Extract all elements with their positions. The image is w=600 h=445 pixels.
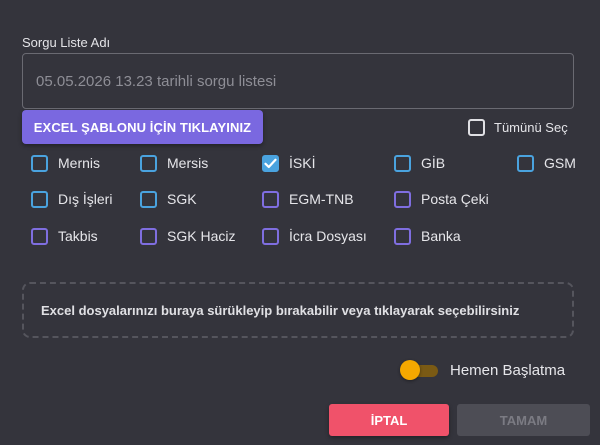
list-name-input[interactable]: [22, 53, 574, 109]
source-label: SGK Haciz: [167, 228, 236, 244]
source-label: Banka: [421, 228, 461, 244]
checkbox[interactable]: [517, 154, 534, 172]
toggle-knob: [400, 360, 420, 380]
excel-template-button[interactable]: EXCEL ŞABLONU İÇİN TIKLAYINIZ: [22, 110, 263, 144]
checkbox[interactable]: [394, 190, 411, 208]
source-option-dis-isleri[interactable]: Dış İşleri: [31, 190, 112, 208]
checkbox[interactable]: [140, 190, 157, 208]
source-option-icra-dosyasi[interactable]: İcra Dosyası: [262, 227, 367, 245]
source-option-takbis[interactable]: Takbis: [31, 227, 98, 245]
source-label: EGM-TNB: [289, 191, 354, 207]
source-option-egm-tnb[interactable]: EGM-TNB: [262, 190, 354, 208]
source-label: İcra Dosyası: [289, 228, 367, 244]
source-label: Mernis: [58, 155, 101, 171]
source-option-banka[interactable]: Banka: [394, 227, 461, 245]
checkbox[interactable]: [140, 154, 157, 172]
list-name-label: Sorgu Liste Adı: [22, 35, 111, 50]
checkbox[interactable]: [394, 154, 411, 172]
source-label: Takbis: [58, 228, 98, 244]
checkbox[interactable]: [394, 227, 411, 245]
checkbox[interactable]: [262, 227, 279, 245]
checkbox-checked[interactable]: [262, 154, 279, 172]
source-option-iski[interactable]: İSKİ: [262, 154, 315, 172]
source-option-mernis[interactable]: Mernis: [31, 154, 100, 172]
source-label: Mersis: [167, 155, 209, 171]
source-option-mersis[interactable]: Mersis: [140, 154, 208, 172]
source-option-sgk[interactable]: SGK: [140, 190, 197, 208]
cancel-button[interactable]: İPTAL: [329, 404, 449, 436]
start-now-label: Hemen Başlatma: [450, 361, 566, 379]
source-label: GSM: [544, 155, 576, 171]
checkmark-icon: [264, 158, 277, 168]
checkbox[interactable]: [31, 154, 48, 172]
start-now-toggle[interactable]: Hemen Başlatma: [400, 359, 565, 381]
source-label: Posta Çeki: [421, 191, 489, 207]
checkbox[interactable]: [262, 190, 279, 208]
select-all-checkbox[interactable]: Tümünü Seç: [468, 118, 568, 136]
source-label: İSKİ: [289, 155, 316, 171]
source-option-sgk-haciz[interactable]: SGK Haciz: [140, 227, 235, 245]
ok-button: TAMAM: [457, 404, 590, 436]
source-option-posta-ceki[interactable]: Posta Çeki: [394, 190, 489, 208]
source-option-gsm[interactable]: GSM: [517, 154, 576, 172]
dropzone-text: Excel dosyalarınızı buraya sürükleyip bı…: [41, 302, 520, 318]
source-option-gib[interactable]: GİB: [394, 154, 445, 172]
source-label: SGK: [167, 191, 197, 207]
checkbox[interactable]: [31, 227, 48, 245]
select-all-label: Tümünü Seç: [494, 119, 568, 135]
excel-dropzone[interactable]: Excel dosyalarınızı buraya sürükleyip bı…: [22, 282, 574, 338]
select-all-box[interactable]: [468, 118, 485, 136]
query-list-dialog: Sorgu Liste Adı EXCEL ŞABLONU İÇİN TIKLA…: [0, 0, 600, 445]
source-label: GİB: [421, 155, 446, 171]
checkbox[interactable]: [140, 227, 157, 245]
checkbox[interactable]: [31, 190, 48, 208]
toggle-switch[interactable]: [400, 360, 438, 380]
source-label: Dış İşleri: [58, 191, 113, 207]
